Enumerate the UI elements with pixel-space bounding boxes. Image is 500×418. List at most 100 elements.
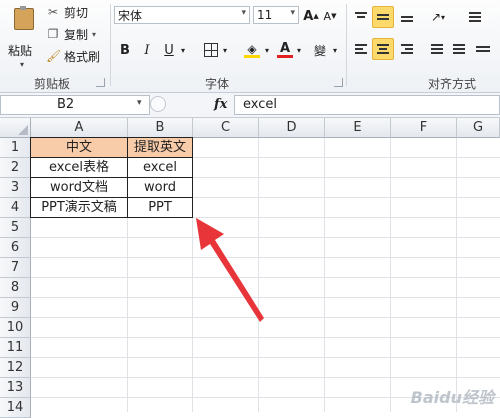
column-header-e[interactable]: E: [325, 118, 391, 138]
column-header-a[interactable]: A: [31, 118, 128, 138]
row-header[interactable]: 13: [0, 378, 31, 398]
format-painter-button[interactable]: 🖌 格式刷: [46, 46, 100, 66]
column-header-g[interactable]: G: [457, 118, 500, 138]
row-header[interactable]: 11: [0, 338, 31, 358]
paint-bucket-icon: ◈: [247, 41, 257, 56]
paste-button[interactable]: 粘贴 ▾: [6, 6, 40, 69]
italic-button[interactable]: I: [138, 40, 156, 60]
merge-center-button[interactable]: [474, 40, 492, 58]
cut-label: 剪切: [64, 5, 89, 20]
clipboard-dialog-launcher-icon[interactable]: [96, 78, 105, 87]
align-middle-button[interactable]: [372, 6, 394, 28]
decrease-indent-button[interactable]: [428, 40, 446, 58]
bold-button[interactable]: B: [116, 40, 134, 60]
cell-b4[interactable]: PPT: [128, 198, 193, 218]
row-header[interactable]: 8: [0, 278, 31, 298]
wrap-text-button[interactable]: [466, 8, 484, 26]
row-header[interactable]: 6: [0, 238, 31, 258]
shrink-font-button[interactable]: A ▼: [322, 6, 338, 26]
cell-a1[interactable]: 中文: [31, 138, 128, 158]
font-size-value: 11: [257, 8, 273, 22]
font-size-select[interactable]: 11 ▾: [253, 6, 299, 24]
formula-bar: B2 ▾ fx excel: [0, 93, 500, 118]
row-header[interactable]: 7: [0, 258, 31, 278]
align-right-button[interactable]: [398, 40, 416, 58]
chevron-down-icon[interactable]: ▾: [20, 60, 24, 69]
clipboard-group-label: 剪贴板: [34, 77, 71, 91]
formula-input[interactable]: excel: [234, 95, 500, 115]
underline-icon: U: [164, 42, 174, 58]
column-header-d[interactable]: D: [259, 118, 325, 138]
align-top-button[interactable]: [352, 8, 370, 26]
bold-icon: B: [120, 42, 130, 58]
brush-icon: 🖌: [46, 49, 62, 63]
format-painter-label: 格式刷: [64, 49, 101, 64]
column-header-f[interactable]: F: [391, 118, 457, 138]
row-header[interactable]: 3: [0, 178, 31, 198]
row-header[interactable]: 1: [0, 138, 31, 158]
shrink-font-icon: A: [323, 9, 332, 23]
row-header[interactable]: 2: [0, 158, 31, 178]
orientation-button[interactable]: ↗ ▾: [428, 7, 448, 27]
font-color-icon: A: [279, 41, 291, 56]
align-left-button[interactable]: [352, 40, 370, 58]
font-dialog-launcher-icon[interactable]: [334, 78, 343, 87]
align-bottom-button[interactable]: [398, 8, 416, 26]
column-header-c[interactable]: C: [193, 118, 259, 138]
alignment-group-label: 对齐方式: [428, 77, 477, 91]
phonetic-button[interactable]: 變: [310, 40, 330, 60]
font-color-swatch: [277, 55, 293, 58]
row-header[interactable]: 10: [0, 318, 31, 338]
text-orientation-icon: ↗: [430, 10, 442, 24]
insert-function-button[interactable]: fx: [214, 97, 227, 112]
chevron-down-icon[interactable]: ▾: [178, 40, 188, 60]
phonetic-icon: 變: [313, 43, 326, 58]
name-box[interactable]: B2 ▾: [0, 95, 150, 115]
row-header[interactable]: 9: [0, 298, 31, 318]
cell-b1[interactable]: 提取英文: [128, 138, 193, 158]
copy-button[interactable]: ❐ 复制 ▾: [46, 24, 96, 44]
chevron-down-icon[interactable]: ▾: [330, 40, 340, 60]
baidu-watermark: Baidu经验: [410, 388, 494, 407]
chevron-down-icon[interactable]: ▾: [241, 8, 246, 18]
underline-button[interactable]: U: [160, 40, 178, 60]
font-color-button[interactable]: A: [276, 40, 294, 60]
fill-color-button[interactable]: ◈: [242, 40, 262, 60]
row-header[interactable]: 4: [0, 198, 31, 218]
borders-button[interactable]: [202, 40, 220, 60]
align-center-button[interactable]: [372, 38, 394, 60]
cell-b3[interactable]: word: [128, 178, 193, 198]
row-header[interactable]: 5: [0, 218, 31, 238]
chevron-down-icon[interactable]: ▾: [220, 40, 230, 60]
font-name-select[interactable]: 宋体 ▾: [114, 6, 250, 24]
grow-font-icon: A: [303, 8, 314, 24]
chevron-down-icon[interactable]: ▾: [137, 98, 142, 108]
select-all-corner[interactable]: [0, 118, 31, 138]
scissors-icon: ✂: [47, 5, 59, 19]
row-header[interactable]: 14: [0, 398, 31, 418]
cancel-entry-icon[interactable]: [150, 96, 166, 112]
cell-a2[interactable]: excel表格: [31, 158, 128, 178]
grow-font-button[interactable]: A ▲: [303, 6, 319, 26]
chevron-down-icon[interactable]: ▾: [290, 8, 295, 18]
chevron-down-icon[interactable]: ▾: [294, 40, 304, 60]
group-divider: [346, 4, 347, 86]
cut-button[interactable]: ✂ 剪切: [46, 2, 88, 22]
ribbon: 粘贴 ▾ ✂ 剪切 ❐ 复制 ▾ 🖌 格式刷 剪贴板 宋体 ▾ 11 ▾ A ▲ …: [0, 0, 500, 93]
cell-a4[interactable]: PPT演示文稿: [31, 198, 128, 218]
cell-a3[interactable]: word文档: [31, 178, 128, 198]
chevron-down-icon[interactable]: ▾: [262, 40, 272, 60]
paste-label: 粘贴: [8, 44, 33, 58]
arrow-shaft: [196, 218, 264, 322]
chevron-down-icon[interactable]: ▾: [92, 30, 96, 39]
copy-icon: ❐: [47, 27, 59, 41]
italic-icon: I: [144, 42, 150, 58]
font-group-label: 字体: [205, 77, 230, 91]
clipboard-icon: [14, 6, 34, 30]
increase-indent-button[interactable]: [450, 40, 468, 58]
column-header-b[interactable]: B: [128, 118, 193, 138]
borders-icon: [204, 43, 218, 57]
row-header[interactable]: 12: [0, 358, 31, 378]
red-arrow-annotation: [196, 218, 264, 322]
cell-b2[interactable]: excel: [128, 158, 193, 178]
